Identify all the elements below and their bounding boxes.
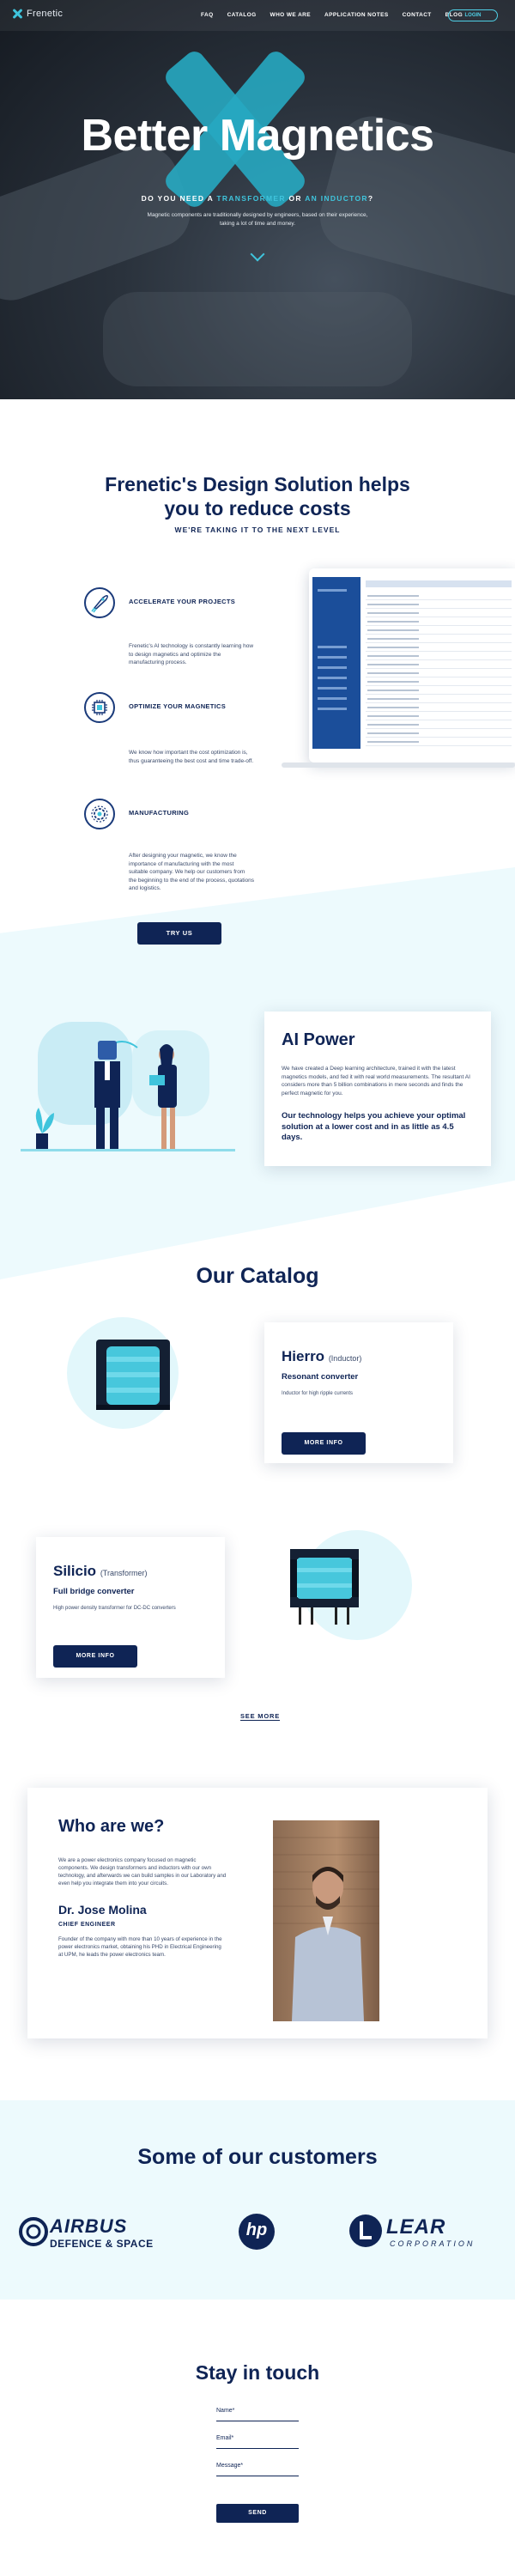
- main-menu: FAQ CATALOG WHO WE ARE APPLICATION NOTES…: [201, 12, 476, 18]
- hero-description: Magnetic components are traditionally de…: [147, 212, 368, 227]
- email-field[interactable]: Email*: [216, 2433, 299, 2449]
- product-description: High power density transformer for DC-DC…: [53, 1606, 176, 1611]
- brand-name: Frenetic: [27, 9, 64, 19]
- product-description: Inductor for high ripple currents: [282, 1391, 354, 1396]
- menu-item-application-notes[interactable]: APPLICATION NOTES: [324, 12, 389, 18]
- feature-title: OPTIMIZE YOUR MAGNETICS: [129, 702, 227, 710]
- ai-highlight: Our technology helps you achieve your op…: [282, 1111, 466, 1142]
- design-title-line1: Frenetic's Design Solution helps: [105, 473, 410, 495]
- founder-bio: Founder of the company with more than 10…: [58, 1936, 222, 1958]
- ai-illustration: [21, 1022, 235, 1151]
- product-application: Resonant converter: [282, 1372, 359, 1382]
- menu-item-who-we-are[interactable]: WHO WE ARE: [270, 12, 311, 18]
- app-sidebar: [312, 577, 360, 749]
- airbus-logo: AIRBUS DEFENCE & SPACE: [19, 2212, 165, 2251]
- lear-logo: LEAR CORPORATION: [348, 2212, 477, 2251]
- brand-x-icon: [12, 9, 22, 19]
- who-title: Who are we?: [58, 1817, 165, 1836]
- ai-title: AI Power: [282, 1030, 355, 1049]
- founder-photo: [273, 1820, 379, 2021]
- transformer-image: [290, 1549, 359, 1625]
- design-title-line2: you to reduce costs: [164, 497, 351, 519]
- hp-wordmark: hp: [245, 2221, 268, 2239]
- feature-desc: Frenetic's AI technology is constantly l…: [129, 643, 254, 665]
- message-field[interactable]: Message*: [216, 2461, 299, 2476]
- login-button[interactable]: LOGIN: [448, 9, 498, 21]
- try-us-button[interactable]: TRY US: [137, 922, 221, 945]
- feature-desc: We know how important the cost optimizat…: [129, 750, 254, 764]
- email-field-label: Email*: [216, 2435, 234, 2441]
- lear-wordmark: LEAR: [386, 2215, 446, 2239]
- name-field-label: Name*: [216, 2408, 235, 2414]
- rocket-icon: [84, 587, 115, 618]
- feature-title: ACCELERATE YOUR PROJECTS: [129, 598, 236, 605]
- hero-bg-shape: [103, 292, 412, 386]
- top-nav: Frenetic FAQ CATALOG WHO WE ARE APPLICAT…: [0, 0, 515, 31]
- see-more-link[interactable]: SEE MORE: [240, 1712, 280, 1721]
- feature-desc: After designing your magnetic, we know t…: [129, 853, 254, 891]
- app-header-bar: [366, 580, 512, 587]
- hero-title: Better Magnetics: [81, 111, 435, 161]
- laptop-base: [282, 762, 515, 768]
- customers-title: Some of our customers: [137, 2145, 378, 2169]
- hero-section: Better Magnetics DO YOU NEED A TRANSFORM…: [0, 0, 515, 399]
- founder-name: Dr. Jose Molina: [58, 1903, 147, 1917]
- menu-item-catalog[interactable]: CATALOG: [227, 12, 257, 18]
- catalog-title: Our Catalog: [196, 1264, 319, 1288]
- send-button[interactable]: SEND: [216, 2504, 299, 2523]
- who-we-are-card: Who are we? We are a power electronics c…: [27, 1788, 488, 2038]
- inductor-image: [96, 1340, 170, 1410]
- product-name: Hierro (Inductor): [282, 1348, 362, 1364]
- contact-title: Stay in touch: [195, 2361, 320, 2384]
- more-info-button[interactable]: MORE INFO: [282, 1432, 366, 1455]
- hero-subtitle: DO YOU NEED A TRANSFORMER OR AN INDUCTOR…: [141, 194, 374, 203]
- design-title: Frenetic's Design Solution helps you to …: [0, 472, 515, 520]
- design-kicker: WE'RE TAKING IT TO THE NEXT LEVEL: [174, 526, 341, 534]
- scroll-down-icon[interactable]: [250, 246, 265, 262]
- who-description: We are a power electronics company focus…: [58, 1857, 227, 1886]
- airbus-division: DEFENCE & SPACE: [50, 2238, 154, 2250]
- product-name: Silicio (Transformer): [53, 1563, 148, 1579]
- gear-icon: [84, 799, 115, 829]
- hp-logo: hp: [239, 2214, 275, 2250]
- airbus-wordmark: AIRBUS: [50, 2215, 128, 2237]
- founder-role: CHIEF ENGINEER: [58, 1922, 116, 1928]
- more-info-button[interactable]: MORE INFO: [53, 1645, 137, 1668]
- product-card-silicio: Silicio (Transformer) Full bridge conver…: [36, 1537, 225, 1678]
- feature-title: MANUFACTURING: [129, 809, 190, 817]
- lear-subtext: CORPORATION: [390, 2239, 476, 2248]
- product-application: Full bridge converter: [53, 1587, 135, 1596]
- ai-description: We have created a Deep learning architec…: [282, 1066, 470, 1097]
- chip-icon: [84, 692, 115, 723]
- menu-item-contact[interactable]: CONTACT: [403, 12, 432, 18]
- ai-power-card: AI Power We have created a Deep learning…: [264, 1012, 491, 1166]
- product-card-hierro: Hierro (Inductor) Resonant converter Ind…: [264, 1322, 453, 1463]
- app-screenshot: [309, 568, 515, 762]
- message-field-label: Message*: [216, 2463, 244, 2469]
- brand-logo[interactable]: Frenetic: [12, 9, 63, 19]
- name-field[interactable]: Name*: [216, 2406, 299, 2421]
- menu-item-faq[interactable]: FAQ: [201, 12, 214, 18]
- customers-section: [0, 2100, 515, 2300]
